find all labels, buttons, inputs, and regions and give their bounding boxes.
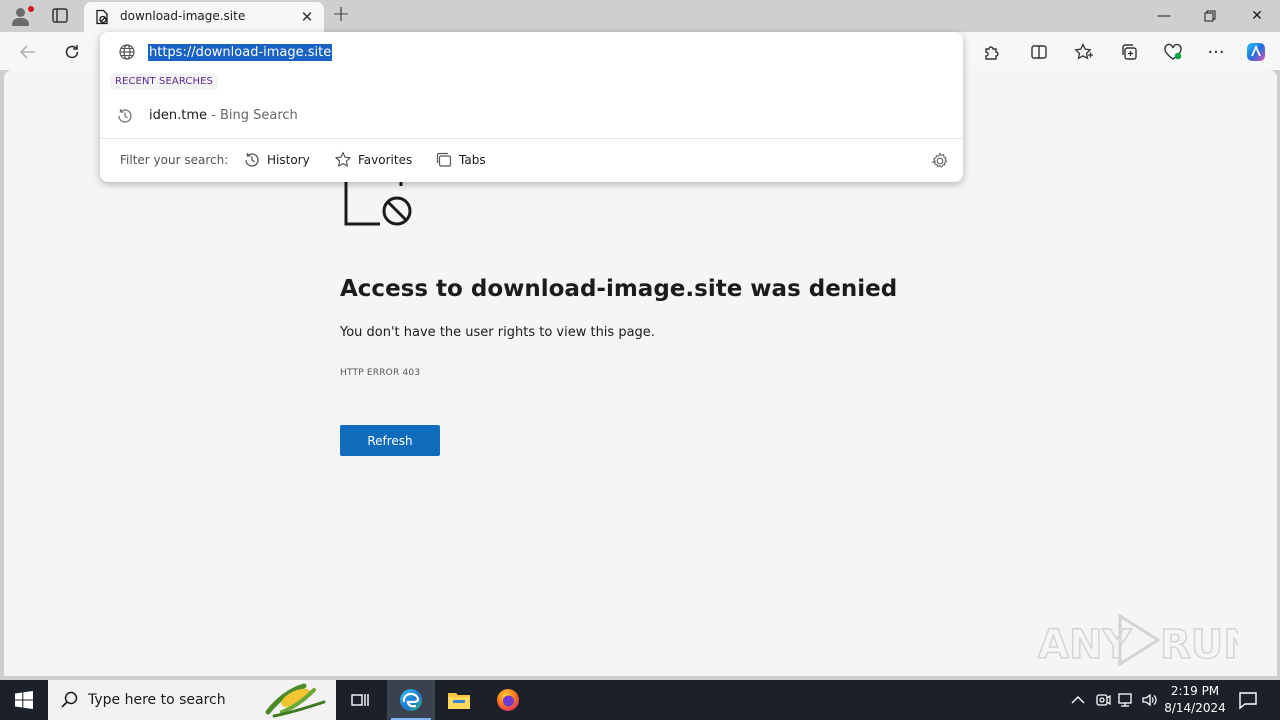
anyrun-watermark-logo: ANY RUN	[1037, 610, 1258, 670]
suggestion-query: iden.tme	[149, 108, 207, 123]
minimize-icon[interactable]: —	[1154, 6, 1174, 26]
error-code: HTTP ERROR 403	[340, 368, 421, 378]
filter-favorites-button[interactable]: Favorites	[330, 148, 416, 172]
history-icon	[245, 153, 259, 167]
extensions-icon[interactable]	[980, 41, 1002, 63]
copilot-icon[interactable]	[1245, 41, 1267, 63]
browser-essentials-icon[interactable]	[1162, 41, 1184, 63]
clock-date: 8/14/2024	[1164, 701, 1226, 715]
meet-now-icon[interactable]	[1093, 690, 1113, 710]
filter-history-button[interactable]: History	[239, 148, 314, 172]
address-bar-dropdown: https://download-image.site RECENT SEARC…	[100, 32, 963, 182]
firefox-icon[interactable]	[484, 680, 532, 720]
clock-time: 2:19 PM	[1170, 684, 1220, 698]
filter-history-label: History	[267, 153, 310, 167]
favorites-icon[interactable]	[1073, 41, 1095, 63]
star-icon	[334, 151, 352, 168]
network-icon[interactable]	[1116, 690, 1136, 710]
suggestion-item[interactable]: iden.tme - Bing Search	[100, 102, 963, 130]
filter-favorites-label: Favorites	[358, 153, 413, 167]
tabs-icon	[436, 152, 452, 167]
access-denied-icon	[344, 180, 418, 230]
search-filter-row: Filter your search: History Favorites Ta…	[100, 139, 963, 182]
split-screen-icon[interactable]	[1028, 41, 1050, 63]
system-clock[interactable]: 2:19 PM 8/14/2024	[1162, 683, 1228, 717]
tab-strip: download-image.site ✕ + — ✕	[0, 0, 1280, 32]
tab-title: download-image.site	[120, 9, 246, 23]
history-icon	[116, 107, 134, 125]
svg-text:ANY: ANY	[1038, 622, 1132, 668]
search-highlight-corn-icon	[264, 682, 328, 718]
restore-icon[interactable]	[1200, 6, 1220, 26]
notification-icon[interactable]	[1236, 688, 1260, 712]
task-view-icon[interactable]	[336, 680, 384, 720]
tab-active[interactable]: download-image.site ✕	[84, 2, 324, 32]
search-icon	[60, 690, 80, 710]
tab-close-icon[interactable]: ✕	[298, 8, 316, 26]
refresh-icon[interactable]	[61, 41, 83, 63]
taskbar-search-box[interactable]: Type here to search	[48, 680, 336, 720]
windows-start-icon[interactable]	[0, 680, 48, 720]
window-close-icon[interactable]: ✕	[1247, 6, 1267, 26]
error-description: You don't have the user rights to view t…	[340, 325, 655, 340]
profile-avatar-icon[interactable]	[8, 4, 34, 28]
recent-searches-label: RECENT SEARCHES	[110, 73, 218, 90]
new-tab-icon[interactable]: +	[330, 4, 352, 26]
address-input[interactable]: https://download-image.site	[148, 42, 333, 62]
gear-icon[interactable]	[930, 151, 950, 171]
address-text-selected[interactable]: https://download-image.site	[148, 43, 333, 61]
more-options-icon[interactable]: ···	[1205, 41, 1227, 63]
back-icon[interactable]	[17, 41, 39, 63]
filter-tabs-label: Tabs	[459, 153, 486, 167]
volume-icon[interactable]	[1140, 690, 1160, 710]
suggestion-source: - Bing Search	[207, 108, 298, 123]
file-explorer-icon[interactable]	[435, 680, 483, 720]
filter-tabs-button[interactable]: Tabs	[431, 148, 490, 172]
page-title: Access to download-image.site was denied	[340, 276, 898, 302]
globe-icon	[118, 43, 136, 61]
svg-text:RUN: RUN	[1160, 622, 1238, 668]
edge-browser-icon[interactable]	[387, 680, 435, 720]
chevron-up-icon[interactable]	[1068, 690, 1088, 710]
refresh-button[interactable]: Refresh	[340, 425, 440, 456]
collections-icon[interactable]	[1118, 41, 1140, 63]
search-placeholder: Type here to search	[88, 692, 226, 708]
page-lock-icon	[94, 9, 110, 25]
filter-label: Filter your search:	[120, 153, 229, 167]
taskbar: Type here to search 2:19 PM 8/14/2024	[0, 680, 1280, 720]
tab-actions-icon[interactable]	[48, 6, 72, 26]
